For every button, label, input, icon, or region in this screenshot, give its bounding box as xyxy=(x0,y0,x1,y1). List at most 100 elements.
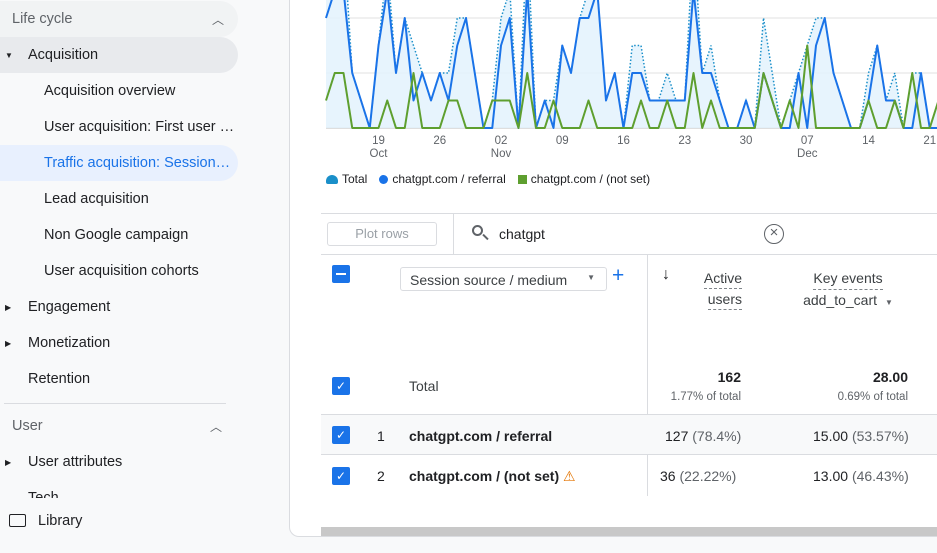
row-dimension: chatgpt.com / (not set) xyxy=(409,468,560,484)
x-tick-label: 21 xyxy=(923,135,936,147)
sidebar-item-tech[interactable]: Tech xyxy=(0,490,238,498)
table-row[interactable]: ✓ 1 chatgpt.com / referral 127 (78.4%) 1… xyxy=(321,414,937,455)
sidebar-item-engagement[interactable]: ▶ Engagement xyxy=(0,289,238,325)
total-label: Total xyxy=(409,378,439,394)
column-header-key-events[interactable]: Key events add_to_cart ▼ xyxy=(786,268,910,313)
total-key-events-pct: 0.69% of total xyxy=(837,391,908,403)
row-key-pct: (46.43%) xyxy=(851,468,909,484)
row-key-events: 13.00 xyxy=(813,468,849,484)
x-tick-label: 23 xyxy=(678,135,691,147)
header-label: Key events xyxy=(813,268,883,290)
report-panel: 19 Oct 26 02 Nov 09 16 23 30 07 Dec 14 21 Total chat… xyxy=(289,0,937,537)
x-tick-month: Nov xyxy=(491,148,512,160)
caret-down-icon: ▼ xyxy=(5,50,13,60)
sidebar-item-non-google-campaign[interactable]: Non Google campaign xyxy=(0,217,238,253)
x-tick-label: 14 xyxy=(862,135,875,147)
item-label: Retention xyxy=(28,371,91,387)
x-tick-label: 16 xyxy=(617,135,630,147)
legend-not-set[interactable]: chatgpt.com / (not set) xyxy=(517,172,651,186)
horizontal-scrollbar[interactable] xyxy=(321,527,937,536)
section-life-cycle[interactable]: Life cycle ︿ xyxy=(0,1,238,37)
sort-descending-icon[interactable]: ↓ xyxy=(662,266,670,284)
x-tick-label: 19 xyxy=(372,135,385,147)
table-row[interactable]: ✓ 2 chatgpt.com / (not set) ⚠ 36 (22.22%… xyxy=(321,455,937,496)
total-marker-icon xyxy=(326,175,338,185)
item-label: Traffic acquisition: Session… xyxy=(44,155,231,171)
sidebar-item-traffic-acquisition[interactable]: Traffic acquisition: Session… xyxy=(0,145,238,181)
add-dimension-button[interactable]: + xyxy=(612,264,624,288)
search-input[interactable]: chatgpt xyxy=(499,226,545,242)
total-active-users-pct: 1.77% of total xyxy=(670,391,741,403)
row-active-users: 127 xyxy=(665,428,689,444)
sidebar-item-acquisition[interactable]: ▼ Acquisition xyxy=(0,37,238,73)
divider xyxy=(453,213,454,255)
x-tick-month: Oct xyxy=(370,148,389,160)
sidebar-item-lead-acquisition[interactable]: Lead acquisition xyxy=(0,181,238,217)
search-icon xyxy=(470,223,490,243)
legend-label: chatgpt.com / (not set) xyxy=(530,172,651,186)
line-chart: 19Oct 26 02Nov 09 16 23 30 07Dec 14 21 xyxy=(325,0,937,160)
sidebar-item-library[interactable]: Library xyxy=(0,503,238,539)
x-tick-label: 07 xyxy=(801,135,814,147)
legend-label: Total xyxy=(342,172,368,186)
sidebar-item-user-attributes[interactable]: ▶ User attributes xyxy=(0,444,238,480)
item-label: User acquisition: First user … xyxy=(44,119,235,135)
item-label: Tech xyxy=(28,490,59,498)
folder-icon xyxy=(9,514,26,527)
header-label: users xyxy=(707,289,742,310)
x-tick-label: 09 xyxy=(556,135,569,147)
clear-search-icon[interactable]: × xyxy=(764,224,784,244)
row-active-pct: (22.22%) xyxy=(679,468,737,484)
plot-rows-button[interactable]: Plot rows xyxy=(327,222,437,246)
square-marker-icon xyxy=(517,175,527,185)
chevron-up-icon: ︿ xyxy=(209,419,222,434)
row-number: 1 xyxy=(377,428,385,444)
item-label: Acquisition xyxy=(28,47,99,63)
item-label: Non Google campaign xyxy=(44,227,189,243)
legend-referral[interactable]: chatgpt.com / referral xyxy=(379,172,506,186)
x-tick-label: 02 xyxy=(495,135,508,147)
circle-marker-icon xyxy=(379,175,389,185)
x-tick-label: 30 xyxy=(740,135,753,147)
item-label: Lead acquisition xyxy=(44,191,149,207)
section-user[interactable]: User ︿ xyxy=(0,408,236,444)
dimension-dropdown[interactable]: Session source / medium ▼ xyxy=(400,267,607,291)
caret-right-icon: ▶ xyxy=(5,457,12,467)
divider xyxy=(4,403,226,404)
warning-icon[interactable]: ⚠ xyxy=(563,468,576,484)
item-label: Acquisition overview xyxy=(44,83,176,99)
item-label: Engagement xyxy=(28,299,111,315)
row-checkbox[interactable]: ✓ xyxy=(332,426,350,444)
row-number: 2 xyxy=(377,468,385,484)
header-label: Active xyxy=(703,268,742,289)
row-active-users: 36 xyxy=(660,468,676,484)
total-active-users: 162 xyxy=(717,369,741,385)
sidebar-item-monetization[interactable]: ▶ Monetization xyxy=(0,325,238,361)
item-label: User acquisition cohorts xyxy=(44,263,199,279)
dropdown-value: Session source / medium xyxy=(410,272,568,288)
x-tick-label: 26 xyxy=(433,135,446,147)
item-label: Library xyxy=(38,513,83,529)
chart-legend: Total chatgpt.com / referral chatgpt.com… xyxy=(326,172,650,186)
legend-label: chatgpt.com / referral xyxy=(392,172,506,186)
select-all-checkbox[interactable] xyxy=(332,265,350,283)
row-key-pct: (53.57%) xyxy=(851,428,909,444)
sidebar-item-retention[interactable]: Retention xyxy=(0,361,238,397)
row-dimension: chatgpt.com / referral xyxy=(409,428,553,444)
item-label: Monetization xyxy=(28,335,111,351)
sidebar-item-user-acquisition[interactable]: User acquisition: First user … xyxy=(0,109,238,145)
row-checkbox[interactable]: ✓ xyxy=(332,467,350,485)
section-label: User xyxy=(12,418,43,434)
divider xyxy=(321,254,937,255)
total-key-events: 28.00 xyxy=(872,369,908,385)
key-event-selector: add_to_cart xyxy=(803,292,878,308)
total-checkbox[interactable]: ✓ xyxy=(332,377,350,395)
column-header-active-users[interactable]: Active users xyxy=(690,268,742,310)
chevron-up-icon: ︿ xyxy=(211,12,224,27)
x-tick-month: Dec xyxy=(797,148,818,160)
divider xyxy=(321,213,937,214)
sidebar-item-user-acquisition-cohorts[interactable]: User acquisition cohorts xyxy=(0,253,238,289)
caret-down-icon: ▼ xyxy=(885,298,893,307)
legend-total[interactable]: Total xyxy=(326,172,367,186)
sidebar-item-acquisition-overview[interactable]: Acquisition overview xyxy=(0,73,238,109)
